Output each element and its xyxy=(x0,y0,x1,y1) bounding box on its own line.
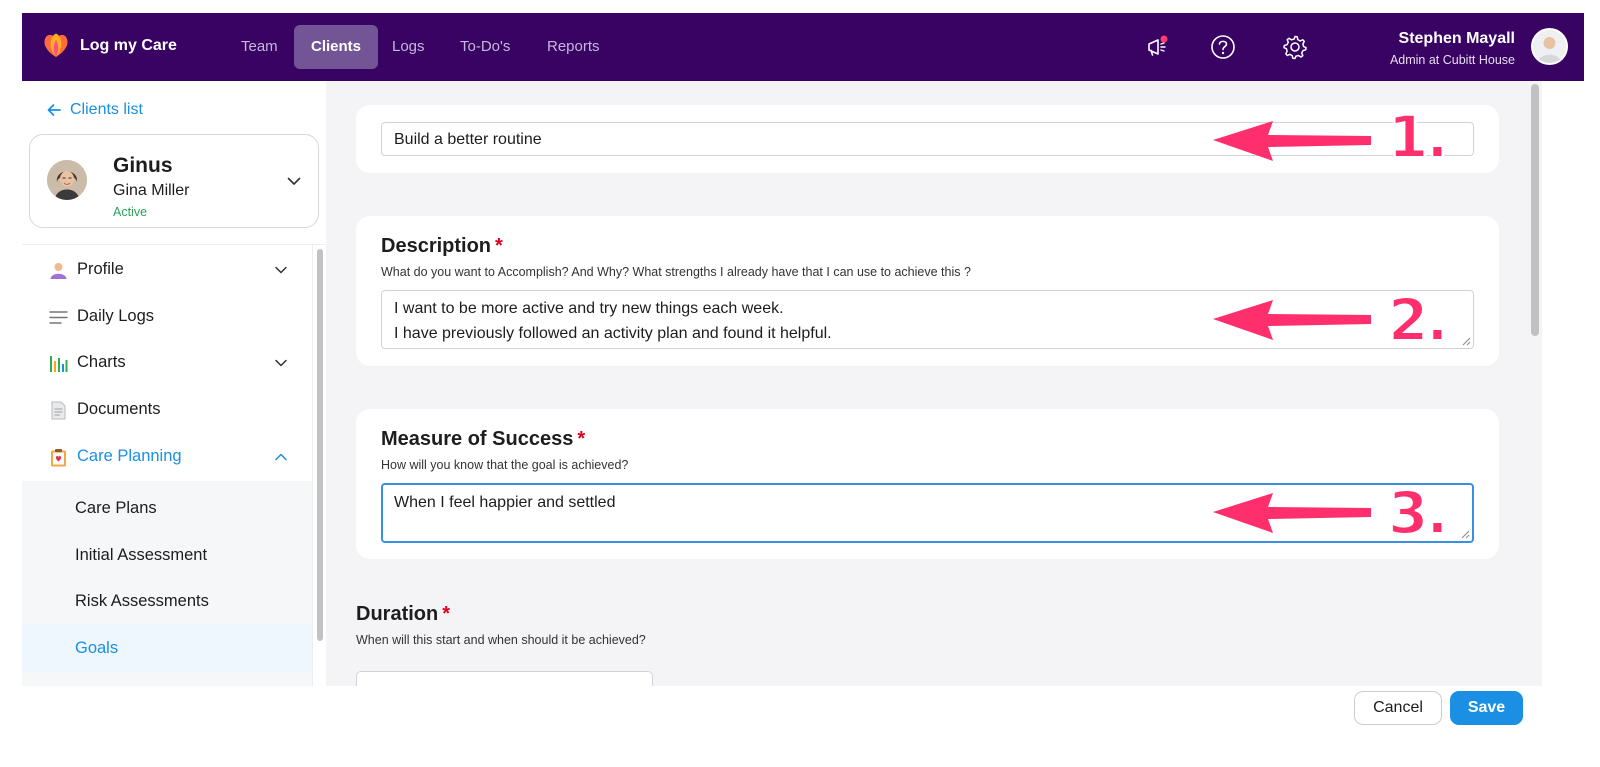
sidebar-scrollbar[interactable] xyxy=(312,245,326,686)
measure-title-text: Measure of Success xyxy=(381,428,574,450)
document-icon xyxy=(51,401,66,420)
sidebar-scrollbar-thumb[interactable] xyxy=(317,249,323,641)
client-status-badge: Active xyxy=(113,205,148,219)
goal-title-card: Build a better routine 1. xyxy=(356,102,1499,173)
submenu-item-care-plans[interactable]: Care Plans xyxy=(22,485,312,531)
measure-title: Measure of Success * xyxy=(381,428,585,451)
client-selector-card[interactable]: Ginus Gina Miller Active xyxy=(29,134,319,228)
top-navigation-bar: Log my Care Team Clients Logs To-Do's Re… xyxy=(22,13,1584,81)
sidebar-item-label: Charts xyxy=(77,353,126,371)
announcement-icon[interactable] xyxy=(1143,33,1171,61)
sidebar-item-charts[interactable]: Charts xyxy=(22,341,312,385)
logo-icon[interactable] xyxy=(40,31,72,59)
measure-of-success-card: Measure of Success * How will you know th… xyxy=(356,409,1499,559)
submenu-item-label: Risk Assessments xyxy=(75,592,209,610)
back-to-clients-link[interactable]: Clients list xyxy=(46,101,143,119)
main-scrollbar[interactable] xyxy=(1528,81,1542,686)
submenu-item-goals[interactable]: Goals xyxy=(22,625,312,671)
description-title-text: Description xyxy=(381,235,492,257)
client-photo-icon xyxy=(47,160,87,200)
user-name[interactable]: Stephen Mayall xyxy=(1399,30,1515,48)
chevron-down-icon[interactable] xyxy=(286,173,302,189)
required-marker: * xyxy=(495,235,503,257)
annotation-number-3: 3. xyxy=(1387,478,1449,548)
chevron-up-icon[interactable] xyxy=(274,450,288,464)
help-icon[interactable] xyxy=(1209,33,1237,61)
nav-tab-reports[interactable]: Reports xyxy=(530,25,617,69)
chevron-down-icon[interactable] xyxy=(274,356,288,370)
sidebar-item-daily-logs[interactable]: Daily Logs xyxy=(22,295,312,339)
annotation-number-2: 2. xyxy=(1387,285,1449,355)
client-full-name: Gina Miller xyxy=(113,182,190,199)
resize-grip-icon[interactable] xyxy=(1462,337,1471,346)
sidebar: Clients list Ginus Gina Miller Active Pr… xyxy=(22,81,326,686)
user-avatar-icon xyxy=(1533,30,1566,63)
sidebar-item-label: Care Planning xyxy=(77,447,182,465)
user-role: Admin at Cubitt House xyxy=(1389,53,1515,67)
nav-tab-todos[interactable]: To-Do's xyxy=(443,25,527,69)
client-first-name: Ginus xyxy=(113,154,173,177)
description-card: Description * What do you want to Accompl… xyxy=(356,216,1499,366)
profile-icon xyxy=(50,263,67,279)
required-marker: * xyxy=(442,603,451,625)
submenu-item-label: Initial Assessment xyxy=(75,546,208,564)
main-right-gutter xyxy=(1542,81,1584,686)
resize-grip-icon[interactable] xyxy=(1461,530,1470,539)
main-scrollbar-thumb[interactable] xyxy=(1531,84,1539,336)
description-hint: What do you want to Accomplish? And Why?… xyxy=(381,265,971,279)
submenu-item-initial-assessment[interactable]: Initial Assessment xyxy=(22,532,312,578)
care-planning-submenu: Care Plans Initial Assessment Risk Asses… xyxy=(22,481,312,686)
nav-tab-team[interactable]: Team xyxy=(224,25,295,69)
client-avatar xyxy=(47,160,87,200)
sidebar-item-profile[interactable]: Profile xyxy=(22,248,312,292)
lines-icon xyxy=(49,311,68,324)
nav-tab-clients[interactable]: Clients xyxy=(294,25,379,69)
sidebar-item-label: Documents xyxy=(77,400,161,418)
measure-hint: How will you know that the goal is achie… xyxy=(381,458,629,472)
duration-hint: When will this start and when should it … xyxy=(356,633,646,647)
settings-gear-icon[interactable] xyxy=(1281,33,1309,61)
submenu-item-label: Goals xyxy=(75,639,119,657)
sidebar-item-label: Daily Logs xyxy=(77,307,155,325)
duration-title-text: Duration xyxy=(356,603,439,625)
goal-form-panel: Build a better routine 1. Description * W… xyxy=(326,81,1584,686)
clipboard-icon xyxy=(51,449,66,467)
sidebar-item-documents[interactable]: Documents xyxy=(22,388,312,432)
description-title: Description * xyxy=(381,235,503,258)
user-avatar[interactable] xyxy=(1531,28,1568,65)
bar-chart-icon xyxy=(50,356,68,372)
duration-date-range-input[interactable] xyxy=(356,671,653,686)
save-button[interactable]: Save xyxy=(1450,691,1523,725)
sidebar-divider xyxy=(22,244,326,245)
required-marker: * xyxy=(577,428,586,450)
nav-tab-logs[interactable]: Logs xyxy=(375,25,442,69)
goal-title-value: Build a better routine xyxy=(394,131,542,148)
brand-name[interactable]: Log my Care xyxy=(80,37,177,55)
cancel-button[interactable]: Cancel xyxy=(1354,691,1442,725)
sidebar-item-label: Profile xyxy=(77,260,124,278)
submenu-item-label: Care Plans xyxy=(75,499,157,517)
submenu-item-risk-assessments[interactable]: Risk Assessments xyxy=(22,578,312,624)
app-window: Log my Care Team Clients Logs To-Do's Re… xyxy=(22,13,1584,686)
chevron-down-icon[interactable] xyxy=(274,263,288,277)
arrow-left-icon xyxy=(47,104,61,116)
sidebar-item-care-planning[interactable]: Care Planning xyxy=(22,435,312,479)
back-link-label: Clients list xyxy=(70,101,143,118)
duration-title: Duration * xyxy=(356,603,450,626)
annotation-number-1: 1. xyxy=(1387,102,1449,172)
